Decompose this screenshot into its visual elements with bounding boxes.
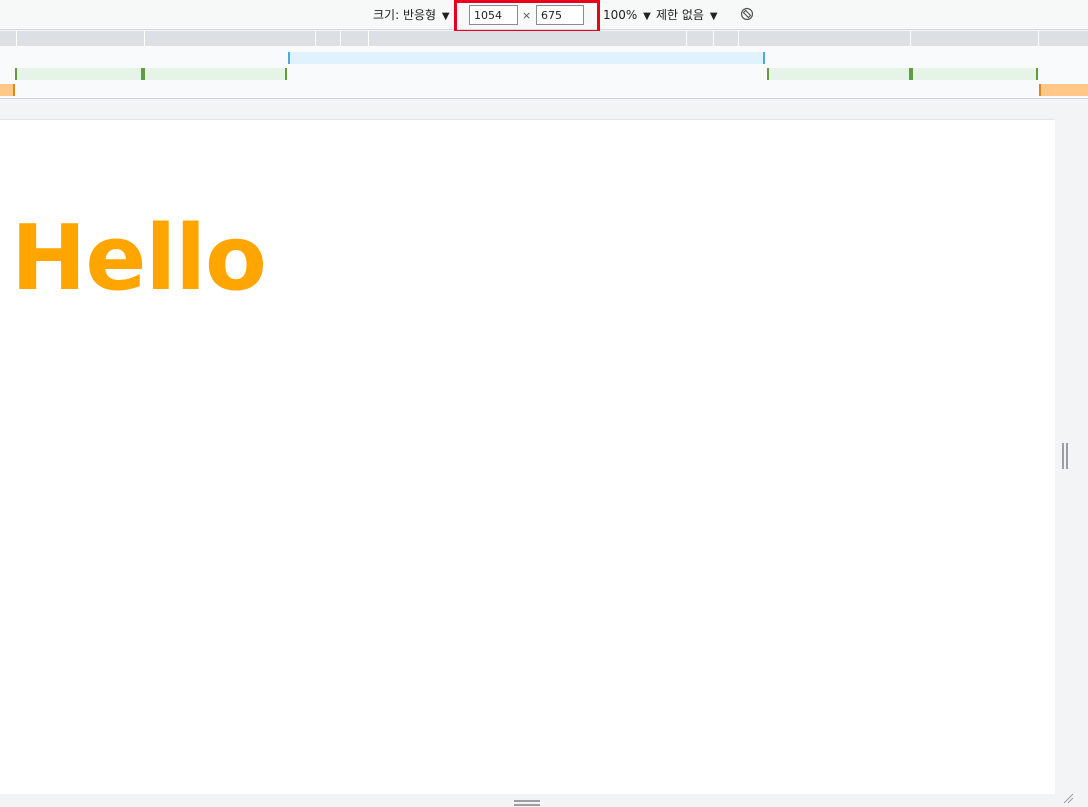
media-query-marker [1039, 84, 1041, 96]
chevron-down-icon: ▼ [709, 11, 718, 22]
page-heading: Hello [11, 206, 267, 311]
dimensions-label: 크기: 반응형 [373, 8, 437, 22]
throttling-dropdown[interactable]: 제한 없음 ▼ [656, 7, 718, 25]
media-query-marker [285, 68, 287, 80]
media-query-marker [909, 68, 913, 80]
media-query-marker [13, 84, 15, 96]
resize-corner-icon[interactable] [1060, 790, 1074, 804]
zoom-dropdown[interactable]: 100% ▼ [603, 7, 651, 25]
min-max-media-query-bar-left[interactable] [16, 68, 286, 80]
media-query-ruler [0, 31, 1088, 46]
media-query-marker [767, 68, 769, 80]
media-query-marker [1036, 68, 1038, 80]
media-query-marker [141, 68, 145, 80]
device-toolbar: 크기: 반응형 ▼ × 100% ▼ 제한 없음 ▼ [0, 0, 1088, 33]
resize-handle-right[interactable] [1062, 443, 1068, 469]
resize-handle-bottom[interactable] [514, 800, 540, 806]
width-input[interactable] [469, 5, 518, 25]
throttling-label: 제한 없음 [656, 8, 704, 22]
times-separator: × [522, 9, 532, 22]
dimensions-dropdown[interactable]: 크기: 반응형 ▼ [373, 7, 450, 25]
device-viewport[interactable]: Hello [0, 119, 1055, 794]
max-width-media-query-bar[interactable] [288, 52, 765, 64]
min-width-media-query-bar-right[interactable] [1039, 84, 1088, 96]
min-max-media-query-bar-right[interactable] [768, 68, 1038, 80]
rotate-icon[interactable] [740, 7, 754, 21]
zoom-label: 100% [603, 8, 638, 22]
divider [0, 98, 1088, 99]
media-query-marker [15, 68, 17, 80]
chevron-down-icon: ▼ [441, 11, 450, 22]
chevron-down-icon: ▼ [643, 11, 651, 22]
height-input[interactable] [536, 5, 584, 25]
